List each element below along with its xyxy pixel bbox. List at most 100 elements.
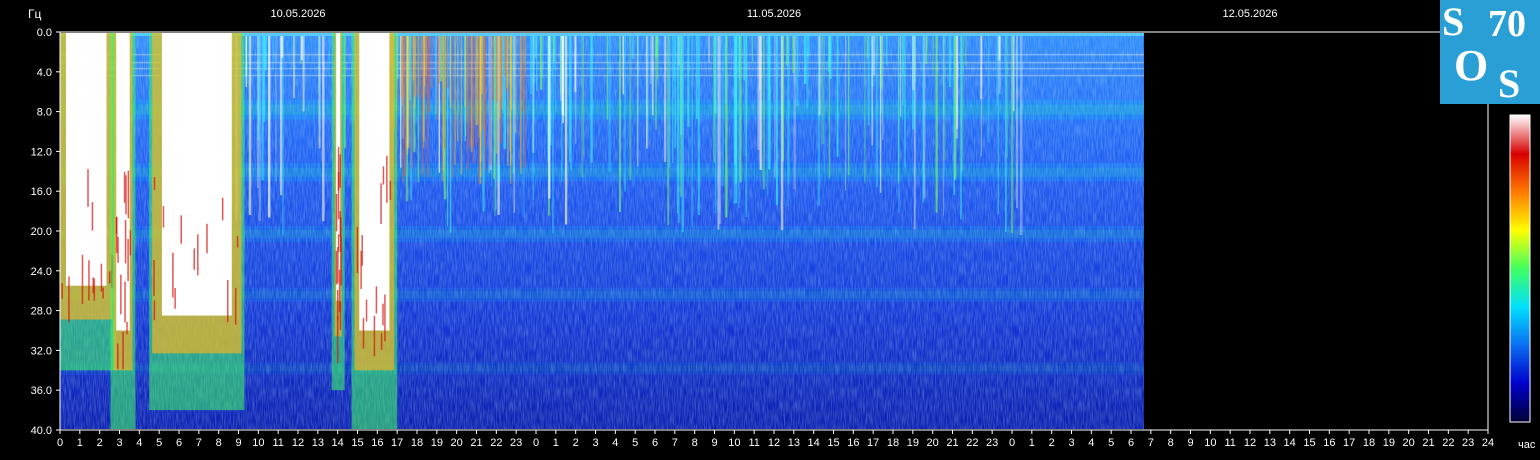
burst-speckle <box>125 175 127 215</box>
burst-speckle <box>338 269 341 312</box>
activity-streak <box>647 36 650 139</box>
burst-speckle <box>337 246 339 284</box>
y-tick-label: 32.0 <box>31 345 52 357</box>
activity-streak <box>836 36 839 157</box>
date-label: 12.05.2026 <box>1222 8 1277 20</box>
burst-speckle <box>127 238 129 282</box>
activity-streak <box>318 36 320 94</box>
burst-speckle <box>88 260 90 301</box>
burst-speckle <box>127 170 130 219</box>
burst-speckle <box>340 217 342 252</box>
activity-streak <box>904 36 906 168</box>
activity-streak <box>828 36 831 179</box>
x-tick-label: 14 <box>808 437 820 449</box>
x-tick-label: 5 <box>156 437 162 449</box>
burst-speckle <box>120 274 122 315</box>
x-tick-label: 0 <box>1009 437 1015 449</box>
activity-streak <box>717 36 720 230</box>
burst-core <box>359 33 390 331</box>
burst-speckle <box>117 236 119 263</box>
burst-speckle <box>382 303 384 326</box>
x-tick-label: 13 <box>1264 437 1276 449</box>
x-tick-label: 9 <box>235 437 241 449</box>
activity-streak <box>867 36 870 126</box>
x-tick-label: 16 <box>847 437 859 449</box>
burst-core <box>66 33 107 286</box>
activity-streak <box>1010 36 1014 233</box>
activity-streak <box>629 36 632 181</box>
activity-streak-warm <box>520 36 522 174</box>
activity-streak <box>257 36 259 189</box>
activity-streak <box>902 36 904 120</box>
activity-streak <box>787 36 790 184</box>
activity-streak <box>581 36 584 178</box>
x-tick-label: 2 <box>1049 437 1055 449</box>
activity-streak <box>637 36 639 167</box>
activity-streak-warm <box>475 36 477 126</box>
activity-streak <box>996 36 998 106</box>
x-tick-label: 10 <box>1204 437 1216 449</box>
activity-streak <box>275 36 277 182</box>
activity-streak <box>845 36 847 191</box>
burst-speckle <box>221 197 224 221</box>
activity-streak <box>494 36 496 217</box>
burst-speckle <box>123 171 126 203</box>
activity-streak <box>619 36 621 213</box>
activity-streak <box>875 36 878 188</box>
activity-streak <box>1020 36 1023 235</box>
activity-streak <box>932 36 934 76</box>
activity-streak <box>651 36 654 116</box>
burst-speckle <box>193 248 195 270</box>
activity-streak <box>818 36 821 116</box>
burst-speckle <box>197 234 199 276</box>
x-tick-label: 6 <box>176 437 182 449</box>
burst-speckle <box>375 286 378 314</box>
color-scale-segment <box>1510 268 1530 308</box>
activity-streak <box>708 36 710 63</box>
activity-streak <box>821 36 824 145</box>
activity-streak <box>623 36 627 192</box>
activity-streak <box>322 36 325 222</box>
activity-streak <box>559 36 562 95</box>
activity-streak-warm <box>456 36 459 142</box>
activity-streak <box>280 36 284 58</box>
logo-letter-s2: S <box>1498 61 1521 106</box>
activity-streak-warm <box>467 36 469 170</box>
x-axis-label: час <box>1518 439 1536 451</box>
activity-streak <box>687 36 690 127</box>
x-tick-label: 0 <box>533 437 539 449</box>
burst-speckle <box>61 283 63 299</box>
x-tick-label: 20 <box>927 437 939 449</box>
x-tick-label: 9 <box>711 437 717 449</box>
x-tick-label: 22 <box>490 437 502 449</box>
activity-streak <box>964 36 967 66</box>
activity-streak-warm <box>460 36 463 175</box>
activity-streak <box>864 36 866 184</box>
x-tick-label: 22 <box>1442 437 1454 449</box>
x-tick-label: 19 <box>907 437 919 449</box>
activity-streak-warm <box>496 36 498 103</box>
activity-streak <box>737 36 741 209</box>
x-tick-label: 14 <box>332 437 344 449</box>
activity-streak <box>762 36 765 190</box>
activity-streak-warm <box>500 36 502 144</box>
activity-streak-warm <box>411 36 413 170</box>
activity-streak <box>885 36 888 66</box>
y-tick-label: 28.0 <box>31 306 52 318</box>
activity-streak-warm <box>404 36 406 176</box>
x-tick-label: 15 <box>351 437 363 449</box>
burst-speckle <box>93 278 96 301</box>
activity-streak <box>998 36 1001 94</box>
activity-streak-warm <box>489 36 492 166</box>
x-tick-label: 3 <box>116 437 122 449</box>
burst-speckle <box>153 177 156 190</box>
burst-speckle <box>87 169 89 207</box>
activity-streak-warm <box>412 36 415 81</box>
activity-streak <box>677 36 680 223</box>
x-tick-label: 18 <box>887 437 899 449</box>
x-tick-label: 5 <box>1108 437 1114 449</box>
activity-streak-warm <box>479 36 482 133</box>
activity-streak <box>248 36 250 81</box>
x-tick-label: 20 <box>451 437 463 449</box>
activity-streak-warm <box>449 36 452 109</box>
